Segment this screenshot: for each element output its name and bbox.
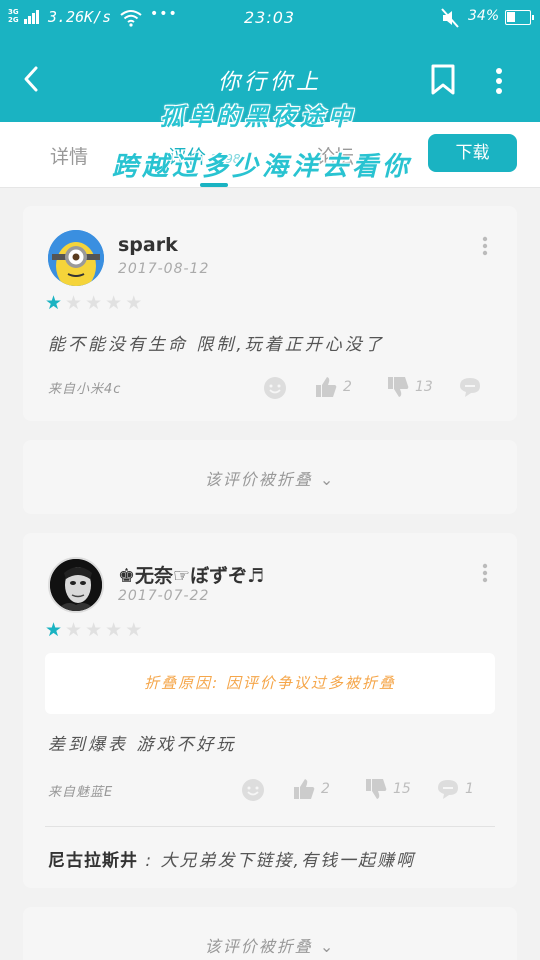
review-card: spark 2017-08-12 ★★★★★ 能不能没有生命 限制,玩着正开心没… [23, 206, 517, 421]
dislike-button[interactable]: 13 [387, 376, 433, 398]
reply-text: : 大兄弟发下链接,有钱一起赚啊 [138, 851, 415, 871]
tab-details[interactable]: 详情 [50, 142, 88, 169]
folded-review[interactable]: 该评价被折叠 ⌄ [23, 907, 517, 960]
folded-review[interactable]: 该评价被折叠 ⌄ [23, 440, 517, 514]
star-icon: ★ [45, 292, 66, 314]
star-icon: ★ [65, 619, 86, 641]
download-button[interactable]: 下载 [428, 134, 517, 172]
star-icon: ★ [85, 619, 106, 641]
face-avatar-icon [50, 559, 102, 611]
like-count: 2 [343, 379, 352, 395]
bookmark-icon[interactable] [430, 64, 456, 96]
smiley-icon [242, 779, 264, 801]
battery-icon [505, 10, 534, 25]
mute-icon [441, 8, 459, 28]
like-count: 2 [321, 781, 330, 797]
reply-item[interactable]: 尼古拉斯井 : 大兄弟发下链接,有钱一起赚啊 [48, 846, 415, 871]
network-speed: 3.26K/s [48, 8, 112, 26]
review-text: 能不能没有生命 限制,玩着正开心没了 [48, 335, 385, 355]
review-username[interactable]: spark [118, 234, 178, 256]
reply-button[interactable]: 1 [437, 778, 474, 800]
tab-indicator [200, 183, 228, 187]
reply-count: 1 [465, 781, 474, 797]
thumbs-down-icon [366, 779, 387, 799]
thumbs-up-icon [316, 377, 337, 397]
star-icon: ★ [45, 619, 66, 641]
like-button[interactable]: 2 [315, 376, 352, 398]
star-icon: ★ [105, 292, 126, 314]
thumbs-up-icon [294, 779, 315, 799]
review-device: 来自魅蓝E [48, 785, 114, 800]
avatar[interactable] [48, 557, 104, 613]
reply-author[interactable]: 尼古拉斯井 [48, 851, 138, 871]
status-bar: 3G 2G 3.26K/s ••• 23:03 34% [0, 0, 540, 36]
star-icon: ★ [85, 292, 106, 314]
wifi-icon [120, 10, 142, 27]
dislike-count: 15 [393, 781, 411, 797]
review-device: 来自小米4c [48, 382, 122, 397]
fold-reason-notice: 折叠原因: 因评价争议过多被折叠 [45, 653, 495, 714]
dislike-button[interactable]: 15 [365, 778, 411, 800]
comment-icon [460, 378, 480, 397]
review-more-icon[interactable] [475, 561, 495, 585]
rating-stars: ★★★★★ [45, 292, 145, 314]
emoji-react-button[interactable] [263, 376, 287, 400]
folded-review-label: 该评价被折叠 ⌄ [204, 470, 336, 489]
more-notifications: ••• [150, 6, 178, 22]
page-title: 你行你上 [217, 70, 322, 95]
like-button[interactable]: 2 [293, 778, 330, 800]
avatar[interactable] [48, 230, 104, 286]
dislike-count: 13 [415, 379, 433, 395]
rating-stars: ★★★★★ [45, 619, 145, 641]
review-date: 2017-07-22 [118, 588, 210, 604]
emoji-react-button[interactable] [241, 778, 265, 802]
minion-avatar-icon [48, 230, 104, 286]
overlay-text-line2: 跨越过多少海洋去看你 [112, 152, 413, 182]
star-icon: ★ [125, 619, 146, 641]
review-date: 2017-08-12 [118, 261, 210, 277]
star-icon: ★ [105, 619, 126, 641]
star-icon: ★ [125, 292, 146, 314]
star-icon: ★ [65, 292, 86, 314]
review-card: ♚无奈☞ぼずぞ♬ 2017-07-22 ★★★★★ 折叠原因: 因评价争议过多被… [23, 533, 517, 888]
thumbs-down-icon [388, 377, 409, 397]
tab-details-label: 详情 [50, 146, 89, 168]
folded-review-label: 该评价被折叠 ⌄ [204, 937, 336, 956]
reply-button[interactable] [459, 376, 487, 398]
clock: 23:03 [244, 8, 296, 27]
review-text: 差到爆表 游戏不好玩 [48, 735, 237, 755]
review-username[interactable]: ♚无奈☞ぼずぞ♬ [118, 561, 264, 588]
more-menu-icon[interactable] [490, 66, 508, 96]
review-more-icon[interactable] [475, 234, 495, 258]
comment-icon [438, 780, 458, 799]
divider [45, 826, 495, 827]
battery-percent: 34% [468, 8, 500, 24]
network-type: 3G 2G [8, 8, 19, 24]
signal-icon [24, 10, 39, 24]
smiley-icon [264, 377, 286, 399]
overlay-text-line1: 孤单的黑夜途中 [160, 103, 356, 131]
